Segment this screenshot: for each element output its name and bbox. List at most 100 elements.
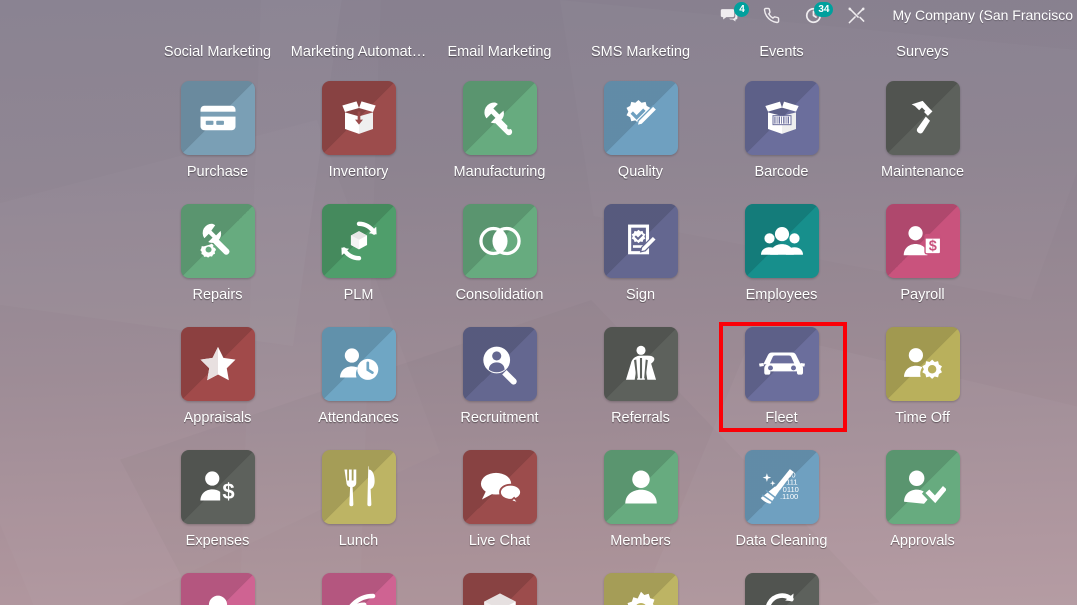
app-tile-sms-marketing[interactable]: SMS Marketing — [570, 30, 711, 70]
wrench-icon — [479, 97, 521, 139]
app-tile-email-marketing[interactable]: Email Marketing — [429, 30, 570, 70]
app-label: Events — [759, 44, 804, 60]
gear-icon — [620, 589, 662, 605]
box-refresh-icon — [337, 219, 381, 263]
app-tile-partial-4[interactable] — [570, 562, 711, 605]
app-icon-tile — [603, 573, 678, 605]
svg-text:.1100: .1100 — [779, 492, 797, 501]
app-icon-tile — [744, 327, 819, 401]
app-tile-attendances[interactable]: Attendances — [288, 316, 429, 439]
app-label: Repairs — [192, 287, 243, 303]
app-icon-tile — [462, 573, 537, 605]
company-name[interactable]: My Company (San Francisco — [878, 7, 1077, 23]
app-icon-tile — [462, 204, 537, 278]
app-label: Appraisals — [183, 410, 252, 426]
people-group-icon — [759, 222, 805, 260]
app-tile-partial-6 — [852, 562, 993, 605]
person-icon — [620, 466, 662, 508]
app-icon-tile — [321, 573, 396, 605]
app-tile-social-marketing[interactable]: Social Marketing — [147, 30, 288, 70]
app-tile-partial-2[interactable] — [288, 562, 429, 605]
hammer-icon — [902, 97, 944, 139]
app-tile-referrals[interactable]: Referrals — [570, 316, 711, 439]
app-tile-lunch[interactable]: Lunch — [288, 439, 429, 562]
app-tile-recruitment[interactable]: Recruitment — [429, 316, 570, 439]
app-icon-tile — [603, 204, 678, 278]
activities-button[interactable]: 34 — [792, 0, 835, 30]
phone-button[interactable] — [751, 0, 792, 30]
app-tile-fleet[interactable]: Fleet — [711, 316, 852, 439]
app-tile-surveys[interactable]: Surveys — [852, 30, 993, 70]
app-tile-events[interactable]: Events — [711, 30, 852, 70]
app-tile-purchase[interactable]: Purchase — [147, 70, 288, 193]
messages-badge: 4 — [734, 2, 750, 17]
app-label: Marketing Automat… — [290, 44, 427, 60]
refresh-icon — [761, 589, 803, 605]
app-tile-approvals[interactable]: Approvals — [852, 439, 993, 562]
app-tile-live-chat[interactable]: Live Chat — [429, 439, 570, 562]
app-label: Purchase — [186, 164, 249, 180]
person-circle-icon — [197, 589, 239, 605]
app-label: Live Chat — [468, 533, 531, 549]
app-tile-payroll[interactable]: $ Payroll — [852, 193, 993, 316]
app-tile-marketing-automation[interactable]: Marketing Automat… — [288, 30, 429, 70]
messages-button[interactable]: 4 — [708, 0, 751, 30]
app-label: Time Off — [895, 410, 950, 426]
app-tile-sign[interactable]: Sign — [570, 193, 711, 316]
app-tile-expenses[interactable]: $ Expenses — [147, 439, 288, 562]
app-tile-repairs[interactable]: Repairs — [147, 193, 288, 316]
app-tile-employees[interactable]: Employees — [711, 193, 852, 316]
app-icon-tile — [180, 81, 255, 155]
tools-button[interactable] — [835, 0, 878, 30]
app-label: PLM — [343, 287, 374, 303]
app-label: Surveys — [896, 44, 949, 60]
car-icon — [758, 346, 805, 382]
app-tile-maintenance[interactable]: Maintenance — [852, 70, 993, 193]
app-label: Email Marketing — [447, 44, 552, 60]
app-label: Approvals — [890, 533, 955, 549]
app-label: Quality — [617, 164, 664, 180]
rss-signal-icon — [338, 589, 380, 605]
app-icon-tile — [321, 450, 396, 524]
app-tile-consolidation[interactable]: Consolidation — [429, 193, 570, 316]
app-icon-tile — [603, 450, 678, 524]
app-icon-tile: $ — [180, 450, 255, 524]
app-tile-time-off[interactable]: Time Off — [852, 316, 993, 439]
app-icon-tile — [744, 81, 819, 155]
wrench-gear-icon — [197, 220, 239, 262]
app-label: Sign — [625, 287, 656, 303]
person-money-icon: $ — [196, 466, 240, 508]
person-check-icon — [900, 466, 946, 508]
app-icon-tile — [603, 81, 678, 155]
app-label: Consolidation — [455, 287, 544, 303]
person-clock-icon — [337, 343, 381, 385]
box-icon — [479, 589, 521, 605]
app-tile-barcode[interactable]: Barcode — [711, 70, 852, 193]
app-tile-inventory[interactable]: Inventory — [288, 70, 429, 193]
app-label: Fleet — [765, 410, 798, 426]
app-label: Social Marketing — [163, 44, 272, 60]
app-tile-appraisals[interactable]: Appraisals — [147, 316, 288, 439]
app-icon-tile — [462, 450, 537, 524]
app-tile-partial-5[interactable] — [711, 562, 852, 605]
app-icon-tile — [180, 327, 255, 401]
app-icon-tile — [462, 81, 537, 155]
app-tile-quality[interactable]: Quality — [570, 70, 711, 193]
app-icon-tile — [744, 573, 819, 605]
apps-grid: Social Marketing Marketing Automat… Emai… — [0, 30, 1077, 605]
app-tile-plm[interactable]: PLM — [288, 193, 429, 316]
app-tile-manufacturing[interactable]: Manufacturing — [429, 70, 570, 193]
app-icon-tile — [462, 327, 537, 401]
phone-icon — [763, 7, 780, 24]
app-tile-partial-3[interactable] — [429, 562, 570, 605]
document-pen-icon — [620, 220, 662, 262]
app-tile-partial-1[interactable] — [147, 562, 288, 605]
app-label: Employees — [745, 287, 818, 303]
app-label: Maintenance — [880, 164, 965, 180]
app-tile-data-cleaning[interactable]: 00 111 0110 .1100 Data Cleaning — [711, 439, 852, 562]
barcode-box-icon — [760, 98, 804, 138]
app-label: Expenses — [185, 533, 250, 549]
broom-binary-icon: 00 111 0110 .1100 — [758, 465, 806, 509]
app-icon-tile — [885, 81, 960, 155]
app-tile-members[interactable]: Members — [570, 439, 711, 562]
